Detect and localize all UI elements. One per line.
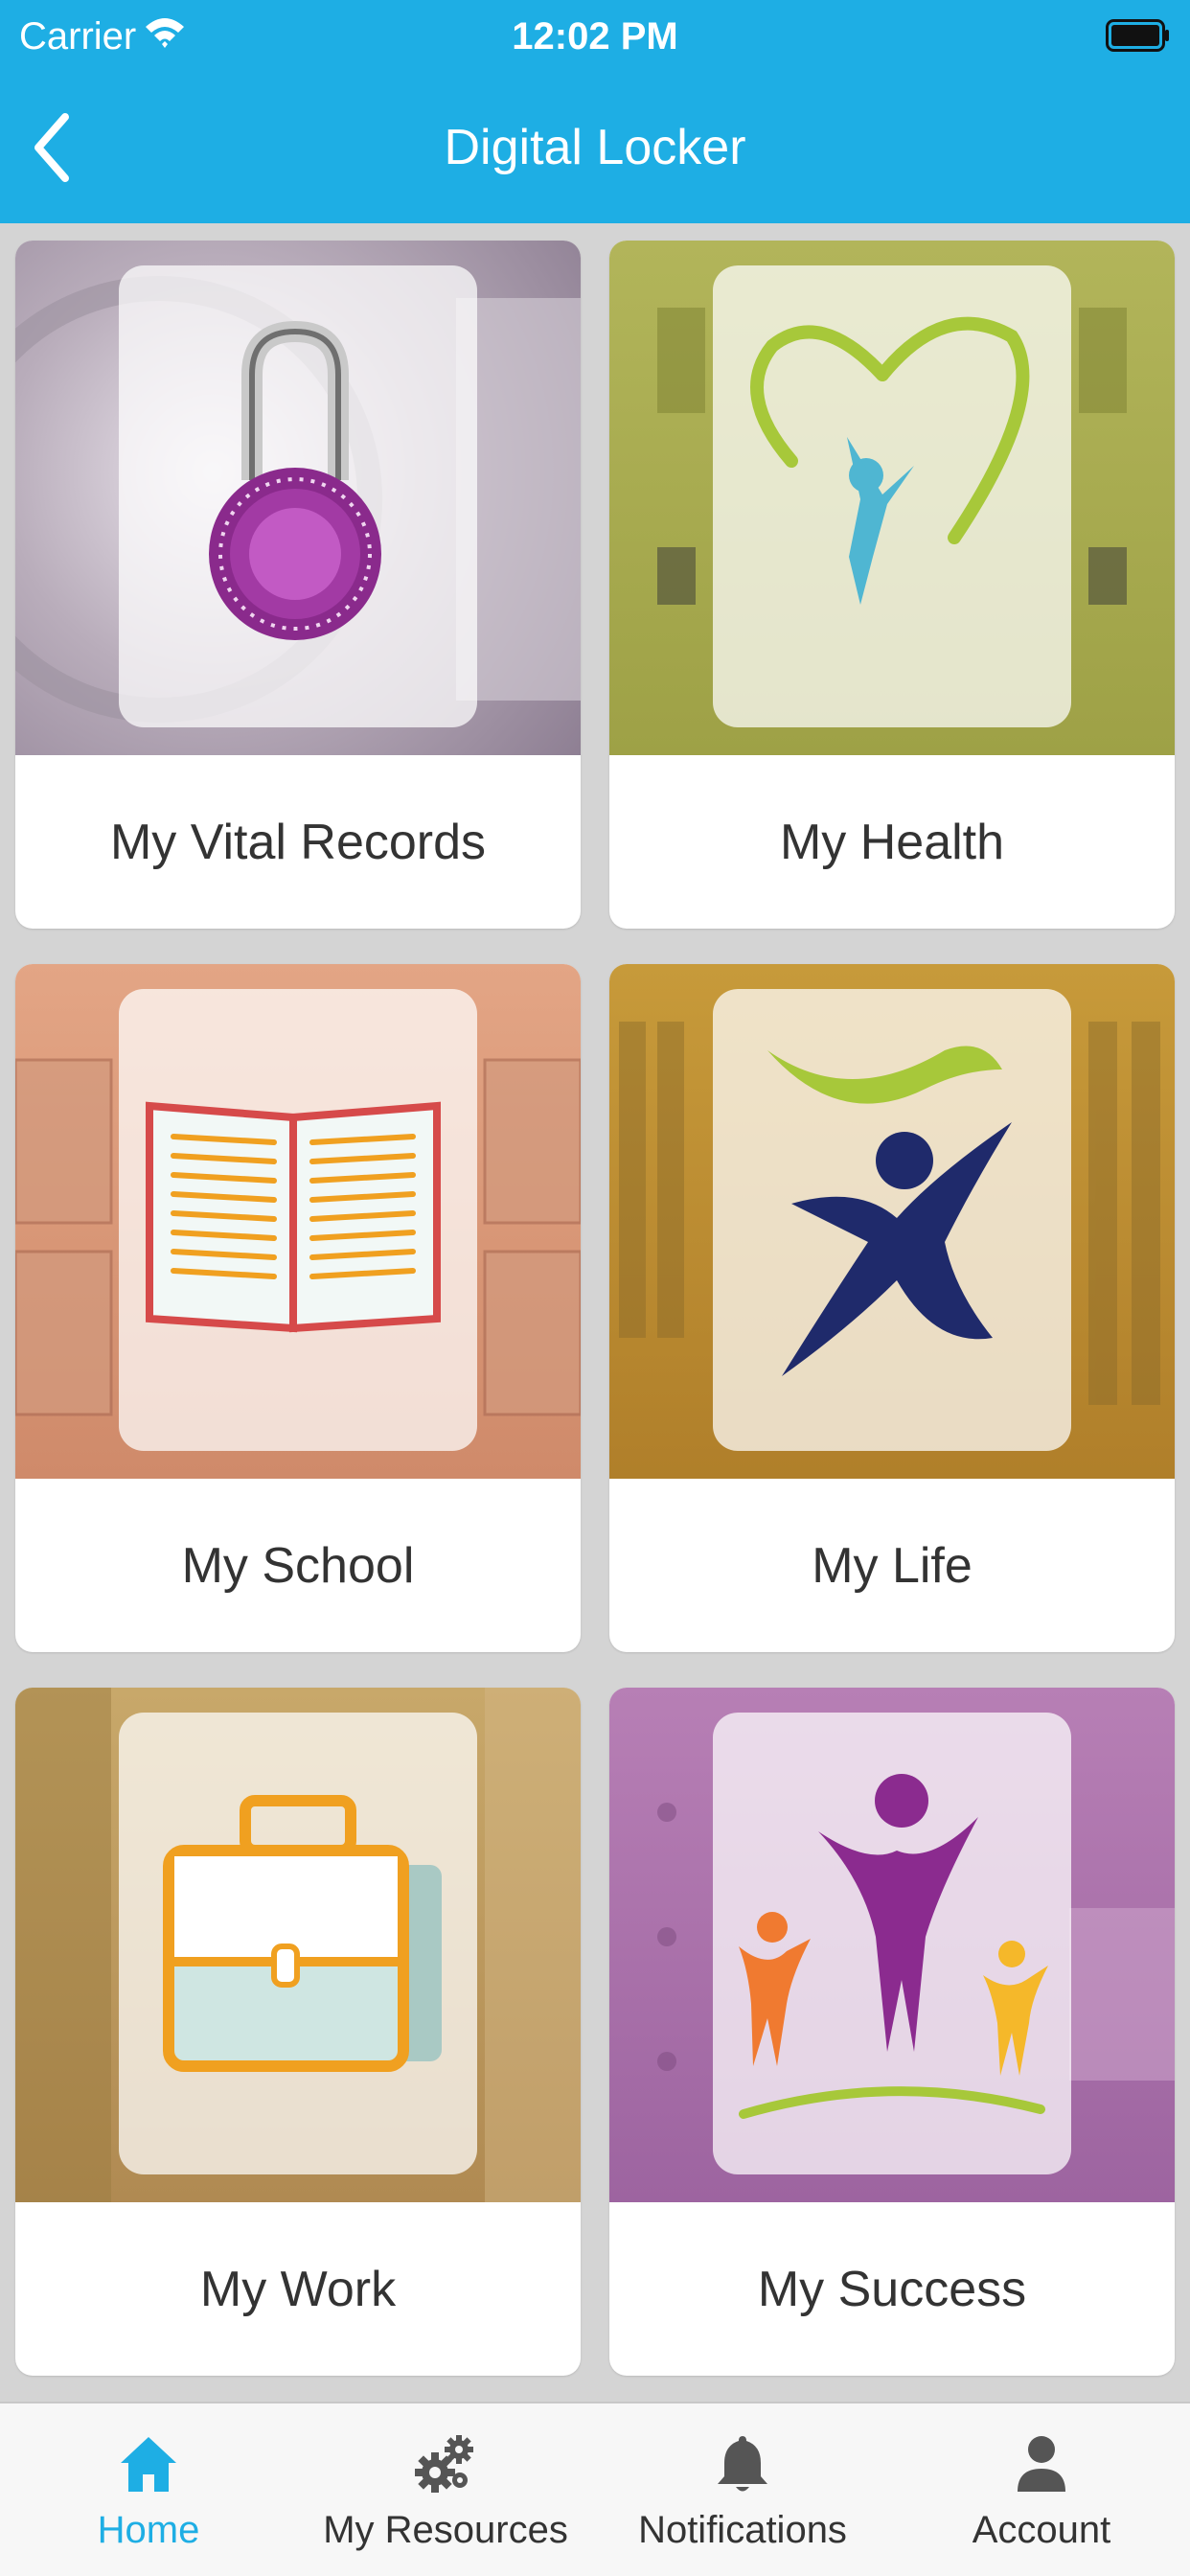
card-my-life[interactable]: My Life [609,964,1175,1652]
tab-label: My Resources [323,2509,568,2551]
tab-notifications[interactable]: Notifications [594,2404,891,2576]
header: Carrier 12:02 PM Digital Locker [0,0,1190,223]
battery-icon [1106,19,1169,52]
card-label: My School [181,1537,415,1594]
bell-icon [718,2436,767,2492]
card-label: My Life [812,1537,973,1594]
tab-label: Account [972,2509,1111,2551]
card-image [609,1688,1175,2202]
gears-icon [415,2435,473,2493]
card-label: My Success [757,2261,1027,2317]
open-book-icon [146,1101,441,1333]
combination-lock-icon [209,320,381,640]
briefcase-icon [163,1795,442,2072]
tab-home[interactable]: Home [0,2404,297,2576]
tab-account[interactable]: Account [893,2404,1190,2576]
tab-label: Home [97,2509,200,2551]
card-image [609,241,1175,755]
card-my-health[interactable]: My Health [609,241,1175,929]
tab-label: Notifications [638,2509,847,2551]
card-my-success[interactable]: My Success [609,1688,1175,2376]
navigation-bar: Digital Locker [0,77,1190,223]
celebrating-people-icon [739,1774,1048,2119]
running-person-icon [767,1046,1012,1376]
card-my-vital-records[interactable]: My Vital Records [15,241,581,929]
person-icon [1018,2436,1065,2492]
card-my-school[interactable]: My School [15,964,581,1652]
card-image [609,964,1175,1479]
tab-my-resources[interactable]: My Resources [297,2404,594,2576]
card-label: My Health [779,814,1005,870]
card-label: My Vital Records [109,814,487,870]
page-title: Digital Locker [444,120,746,175]
clock: 12:02 PM [512,15,678,58]
card-image [15,964,581,1479]
card-my-work[interactable]: My Work [15,1688,581,2376]
card-label: My Work [199,2261,397,2317]
status-bar: Carrier 12:02 PM [0,0,1190,77]
tab-bar: Home My Resources Notifications Account [0,2402,1190,2576]
card-image [15,241,581,755]
heart-person-icon [750,316,1030,605]
card-image [15,1688,581,2202]
home-icon [121,2437,176,2492]
